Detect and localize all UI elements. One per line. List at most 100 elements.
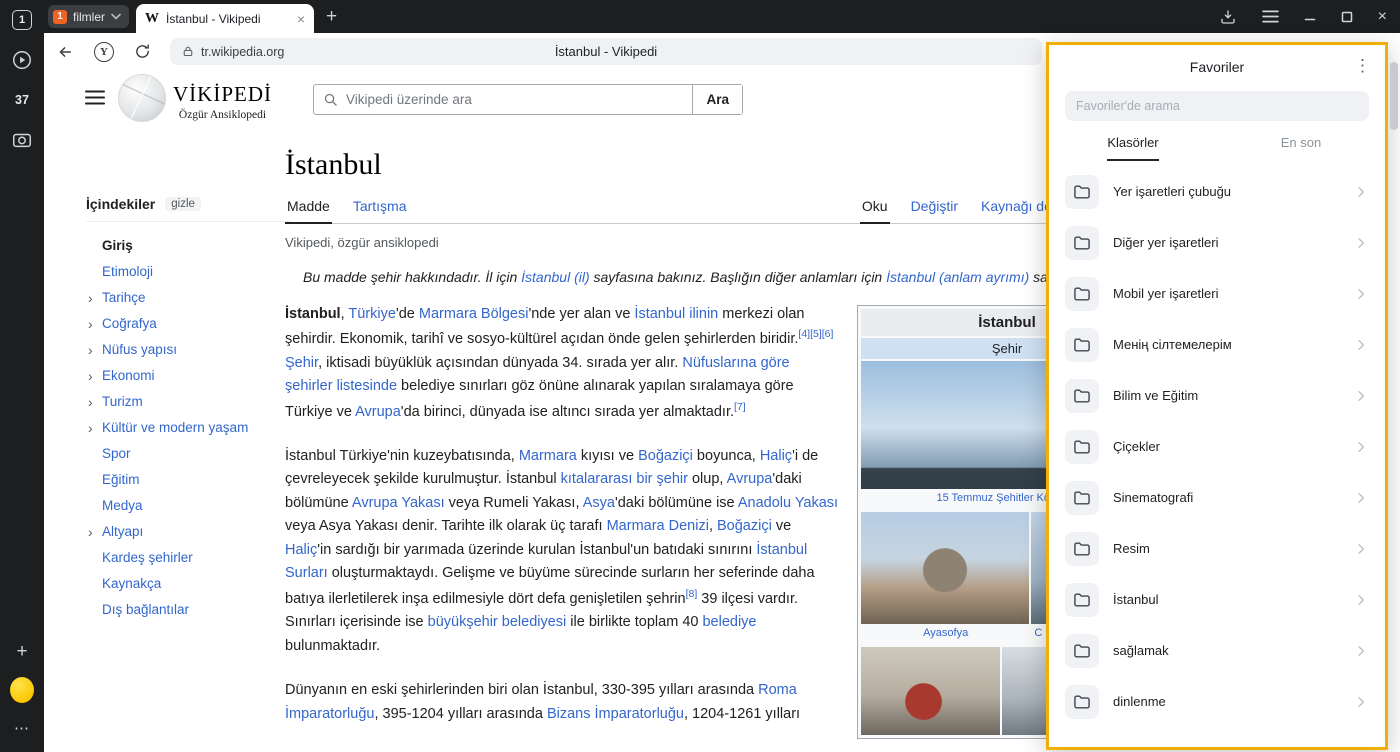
toc-item-eğitim[interactable]: Eğitim xyxy=(86,467,291,493)
chevron-right-icon[interactable] xyxy=(1353,439,1369,455)
wiki-search-button[interactable]: Ara xyxy=(692,85,742,114)
folder-item-sinematografi[interactable]: Sinematografi xyxy=(1049,472,1385,523)
tab-istanbul-vikipedi[interactable]: W İstanbul - Vikipedi × xyxy=(136,4,314,33)
folder-item-bilim-ve-eğitim[interactable]: Bilim ve Eğitim xyxy=(1049,370,1385,421)
wiki-link[interactable]: İstanbul ilinin xyxy=(634,306,718,322)
chevron-right-icon[interactable] xyxy=(1353,643,1369,659)
more-services-icon[interactable]: ⋯ xyxy=(10,716,34,740)
folder-item-diğer-yer-işaretleri[interactable]: Diğer yer işaretleri xyxy=(1049,217,1385,268)
folder-item-i̇stanbul[interactable]: İstanbul xyxy=(1049,574,1385,625)
favorites-tab-en-son[interactable]: En son xyxy=(1217,135,1385,161)
screenshot-camera-icon[interactable] xyxy=(10,128,34,152)
add-icon[interactable]: + xyxy=(10,640,34,664)
favorites-tab-klasörler[interactable]: Klasörler xyxy=(1049,135,1217,161)
folder-item-dinlenme[interactable]: dinlenme xyxy=(1049,676,1385,727)
toc-item-giriş[interactable]: Giriş xyxy=(86,233,291,259)
alice-icon[interactable] xyxy=(10,678,34,702)
chevron-right-icon[interactable] xyxy=(1353,184,1369,200)
back-icon[interactable] xyxy=(56,43,74,61)
infobox-caption-left[interactable]: Ayasofya xyxy=(861,627,1030,639)
maximize-icon[interactable] xyxy=(1341,11,1353,23)
toc-item-label[interactable]: Etimoloji xyxy=(102,264,153,279)
wiki-link[interactable]: Marmara Bölgesi xyxy=(419,306,529,322)
wiki-link[interactable]: Avrupa Yakası xyxy=(352,495,445,511)
toc-item-altyapı[interactable]: › Altyapı xyxy=(86,519,291,545)
toc-item-turizm[interactable]: › Turizm xyxy=(86,389,291,415)
toc-item-spor[interactable]: Spor xyxy=(86,441,291,467)
wiki-link[interactable]: Bizans İmparatorluğu xyxy=(547,706,684,722)
toc-item-kaynakça[interactable]: Kaynakça xyxy=(86,571,291,597)
folder-item-resim[interactable]: Resim xyxy=(1049,523,1385,574)
toc-item-dış-bağlantılar[interactable]: Dış bağlantılar xyxy=(86,597,291,623)
chevron-right-icon[interactable] xyxy=(1353,592,1369,608)
wiki-link[interactable]: İstanbul (anlam ayrımı) xyxy=(886,269,1029,285)
chevron-right-icon[interactable] xyxy=(1353,337,1369,353)
close-window-icon[interactable]: × xyxy=(1378,9,1387,25)
toc-item-label[interactable]: Ekonomi xyxy=(102,368,155,383)
wiki-link[interactable]: Asya xyxy=(583,495,615,511)
reference-link[interactable]: [7] xyxy=(734,401,746,413)
reference-link[interactable]: [4][5][6] xyxy=(798,328,833,340)
wiki-link[interactable]: Avrupa xyxy=(355,403,401,419)
toc-item-label[interactable]: Kardeş şehirler xyxy=(102,550,193,565)
toc-item-label[interactable]: Coğrafya xyxy=(102,316,157,331)
toc-item-nüfus-yapısı[interactable]: ›Nüfus yapısı xyxy=(86,337,291,363)
chevron-right-icon[interactable] xyxy=(1353,235,1369,251)
chevron-right-icon[interactable] xyxy=(1353,286,1369,302)
toc-item-coğrafya[interactable]: › Coğrafya xyxy=(86,311,291,337)
chevron-right-icon[interactable]: › xyxy=(88,363,93,389)
folder-item-менің-сілтемелерім[interactable]: Менің сілтемелерім xyxy=(1049,319,1385,370)
wiki-search-input[interactable] xyxy=(344,85,692,114)
side-panel-icon[interactable] xyxy=(1219,8,1237,26)
chevron-right-icon[interactable]: › xyxy=(88,285,93,311)
toc-item-label[interactable]: Spor xyxy=(102,446,131,461)
chevron-right-icon[interactable]: › xyxy=(88,311,93,337)
address-bar[interactable]: tr.wikipedia.org İstanbul - Vikipedi xyxy=(170,38,1042,65)
toc-item-label[interactable]: Altyapı xyxy=(102,524,143,539)
chevron-right-icon[interactable] xyxy=(1353,490,1369,506)
minimize-icon[interactable] xyxy=(1304,11,1316,23)
folder-item-sağlamak[interactable]: sağlamak xyxy=(1049,625,1385,676)
browser-menu-icon[interactable] xyxy=(1262,10,1279,23)
toc-item-kardeş-şehirler[interactable]: Kardeş şehirler xyxy=(86,545,291,571)
wikipedia-logo[interactable] xyxy=(118,74,166,122)
wiki-link[interactable]: Marmara Denizi xyxy=(607,518,709,534)
folder-item-yer-işaretleri-çubuğu[interactable]: Yer işaretleri çubuğu xyxy=(1049,166,1385,217)
more-options-icon[interactable]: ⋮ xyxy=(1354,56,1371,76)
chevron-right-icon[interactable]: › xyxy=(88,337,93,363)
yandex-icon[interactable]: Y xyxy=(94,42,114,62)
wiki-link[interactable]: Türkiye xyxy=(348,306,396,322)
chevron-right-icon[interactable]: › xyxy=(88,415,93,441)
wiki-link[interactable]: Haliç xyxy=(760,448,792,464)
tabs-panel-icon[interactable]: 1 xyxy=(10,8,34,32)
toc-item-label[interactable]: Kaynakça xyxy=(102,576,161,591)
chevron-right-icon[interactable] xyxy=(1353,541,1369,557)
wiki-link[interactable]: Avrupa xyxy=(727,471,773,487)
wikipedia-wordmark[interactable]: VİKİPEDİ Özgür Ansiklopedi xyxy=(173,82,272,121)
tab-group-chip[interactable]: 1 filmler xyxy=(48,5,129,28)
infobox-image-ayasofya[interactable] xyxy=(861,512,1029,624)
chevron-right-icon[interactable] xyxy=(1353,388,1369,404)
toc-item-tarihçe[interactable]: › Tarihçe xyxy=(86,285,291,311)
wiki-menu-icon[interactable] xyxy=(85,90,105,110)
folder-item-mobil-yer-işaretleri[interactable]: Mobil yer işaretleri xyxy=(1049,268,1385,319)
wiki-link[interactable]: Haliç xyxy=(285,542,317,558)
toc-item-label[interactable]: Tarihçe xyxy=(102,290,146,305)
chevron-right-icon[interactable] xyxy=(1353,694,1369,710)
wiki-link[interactable]: Şehir xyxy=(285,355,318,371)
toc-item-label[interactable]: Turizm xyxy=(102,394,143,409)
wiki-link[interactable]: Marmara xyxy=(519,448,577,464)
reference-link[interactable]: [8] xyxy=(686,588,698,600)
page-tab-tartışma[interactable]: Tartışma xyxy=(351,192,409,223)
wiki-link[interactable]: İstanbul (il) xyxy=(521,269,589,285)
new-tab-button[interactable]: + xyxy=(326,7,337,26)
chevron-right-icon[interactable]: › xyxy=(88,519,93,545)
notifications-counter[interactable]: 37 xyxy=(10,88,34,112)
infobox-image-tram[interactable] xyxy=(861,647,1000,735)
folder-item-çiçekler[interactable]: Çiçekler xyxy=(1049,421,1385,472)
toc-item-label[interactable]: Dış bağlantılar xyxy=(102,602,189,617)
page-tab-değiştir[interactable]: Değiştir xyxy=(909,192,960,223)
wiki-link[interactable]: büyükşehir belediyesi xyxy=(428,614,567,630)
chevron-right-icon[interactable]: › xyxy=(88,389,93,415)
toc-item-kültür-ve-modern-yaşam[interactable]: ›Kültür ve modern yaşam xyxy=(86,415,291,441)
